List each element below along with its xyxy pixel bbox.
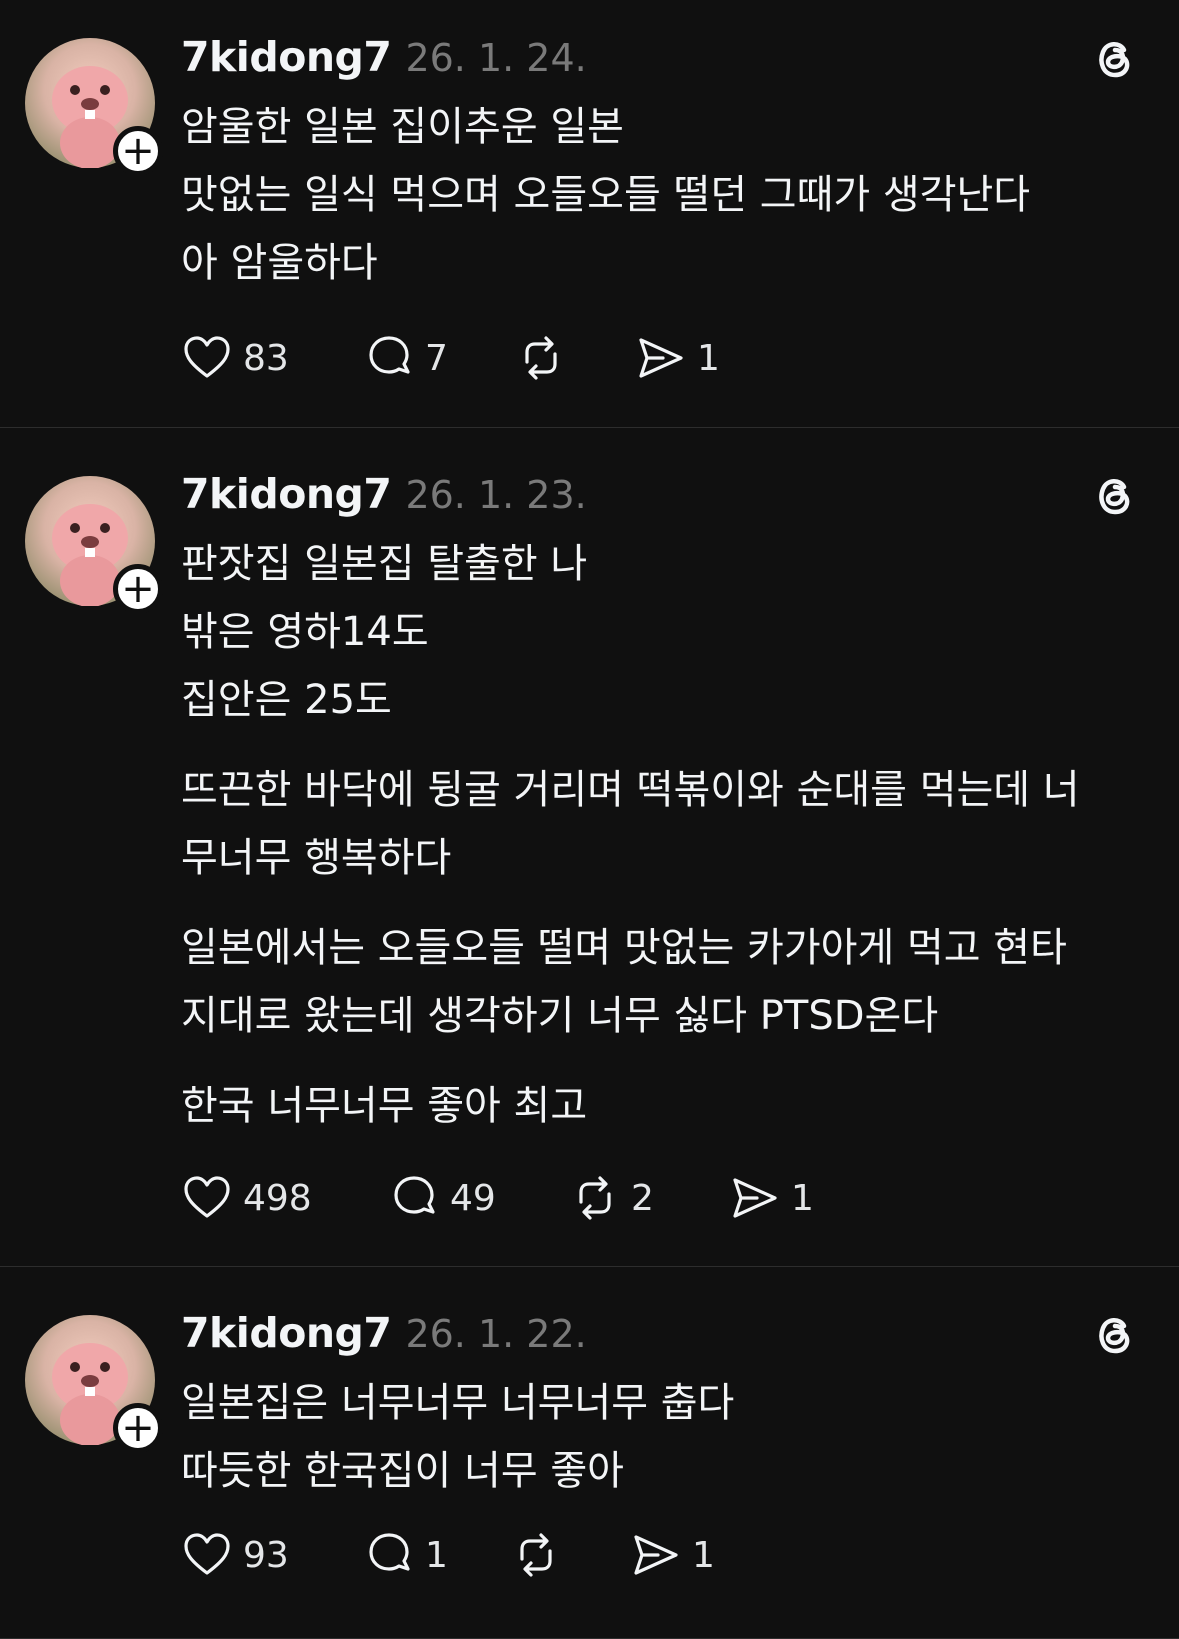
- share-count: 1: [791, 1177, 814, 1219]
- share-button[interactable]: 1: [729, 1172, 814, 1224]
- share-button[interactable]: 1: [635, 332, 720, 384]
- post-date: 26. 1. 23.: [405, 473, 587, 517]
- follow-button[interactable]: +: [113, 126, 163, 176]
- post-date: 26. 1. 22.: [405, 1312, 587, 1356]
- comment-icon: [369, 336, 410, 374]
- post-line: 일본에서는 오들오들 떨며 맛없는 카가아게 먹고 현타: [181, 925, 1067, 971]
- post-line: 뜨끈한 바닥에 뒹굴 거리며 떡볶이와 순대를 먹는데 너: [181, 767, 1080, 813]
- like-button[interactable]: 498: [181, 1172, 388, 1224]
- heart-icon: [184, 336, 230, 378]
- plus-icon: +: [121, 566, 155, 612]
- send-icon: [639, 338, 683, 378]
- repost-icon: [579, 1176, 611, 1220]
- repost-button[interactable]: [515, 332, 635, 384]
- comment-icon: [394, 1176, 435, 1214]
- share-count: 1: [692, 1534, 715, 1576]
- reply-count: 7: [425, 337, 448, 379]
- like-count: 93: [243, 1534, 289, 1576]
- share-button[interactable]: 1: [630, 1529, 715, 1581]
- post-actions: 498 49 2 1: [181, 1172, 814, 1224]
- like-count: 83: [243, 337, 289, 379]
- share-count: 1: [697, 337, 720, 379]
- post-actions: 83 7 1: [181, 332, 720, 384]
- like-count: 498: [243, 1177, 312, 1219]
- post-line: 지대로 왔는데 생각하기 너무 싫다 PTSD온다: [181, 993, 939, 1039]
- avatar[interactable]: +: [25, 1315, 163, 1453]
- thread-post[interactable]: + 7kidong7 26. 1. 22. 일본집은 너무너무 너무너무 춥다 …: [0, 1267, 1179, 1639]
- post-line: 아 암울하다: [181, 240, 378, 286]
- comment-icon: [369, 1533, 410, 1571]
- repost-count: 2: [631, 1177, 654, 1219]
- post-date: 26. 1. 24.: [405, 36, 587, 80]
- post-body: 암울한 일본 집이추운 일본 맛없는 일식 먹으며 오들오들 떨던 그때가 생각…: [181, 93, 1141, 297]
- threads-logo-icon[interactable]: [1089, 33, 1139, 83]
- repost-icon: [520, 1533, 552, 1577]
- send-icon: [634, 1535, 678, 1575]
- like-button[interactable]: 93: [181, 1529, 363, 1581]
- like-button[interactable]: 83: [181, 332, 363, 384]
- post-line: 무너무 행복하다: [181, 835, 452, 881]
- avatar[interactable]: +: [25, 476, 163, 614]
- send-icon: [733, 1178, 777, 1218]
- follow-button[interactable]: +: [113, 1403, 163, 1453]
- reply-button[interactable]: 49: [388, 1172, 569, 1224]
- post-actions: 93 1 1: [181, 1529, 715, 1581]
- reply-count: 1: [425, 1534, 448, 1576]
- reply-button[interactable]: 1: [363, 1529, 510, 1581]
- post-line: 따듯한 한국집이 너무 좋아: [181, 1448, 624, 1494]
- post-header: 7kidong7 26. 1. 23.: [181, 470, 587, 518]
- follow-button[interactable]: +: [113, 564, 163, 614]
- reply-count: 49: [450, 1177, 496, 1219]
- username[interactable]: 7kidong7: [181, 33, 392, 81]
- avatar[interactable]: +: [25, 38, 163, 176]
- post-line: 판잣집 일본집 탈출한 나: [181, 541, 588, 587]
- post-header: 7kidong7 26. 1. 24.: [181, 33, 587, 81]
- threads-logo-icon[interactable]: [1089, 1309, 1139, 1359]
- plus-icon: +: [121, 1405, 155, 1451]
- post-header: 7kidong7 26. 1. 22.: [181, 1309, 587, 1357]
- reply-button[interactable]: 7: [363, 332, 515, 384]
- post-line: 밖은 영하14도: [181, 609, 429, 655]
- post-line: 암울한 일본 집이추운 일본: [181, 104, 624, 150]
- post-line: 집안은 25도: [181, 677, 392, 723]
- post-body: 일본집은 너무너무 너무너무 춥다 따듯한 한국집이 너무 좋아: [181, 1369, 1141, 1505]
- repost-button[interactable]: 2: [569, 1172, 729, 1224]
- repost-button[interactable]: [510, 1529, 630, 1581]
- heart-icon: [184, 1533, 230, 1575]
- thread-post[interactable]: + 7kidong7 26. 1. 24. 암울한 일본 집이추운 일본 맛없는…: [0, 0, 1179, 428]
- plus-icon: +: [121, 128, 155, 174]
- repost-icon: [525, 336, 557, 380]
- post-line: 맛없는 일식 먹으며 오들오들 떨던 그때가 생각난다: [181, 172, 1031, 218]
- post-line: 일본집은 너무너무 너무너무 춥다: [181, 1380, 735, 1426]
- heart-icon: [184, 1176, 230, 1218]
- post-body: 판잣집 일본집 탈출한 나 밖은 영하14도 집안은 25도 뜨끈한 바닥에 뒹…: [181, 530, 1141, 1140]
- thread-post[interactable]: + 7kidong7 26. 1. 23. 판잣집 일본집 탈출한 나 밖은 영…: [0, 428, 1179, 1267]
- username[interactable]: 7kidong7: [181, 1309, 392, 1357]
- threads-logo-icon[interactable]: [1089, 470, 1139, 520]
- post-line: 한국 너무너무 좋아 최고: [181, 1083, 588, 1129]
- username[interactable]: 7kidong7: [181, 470, 392, 518]
